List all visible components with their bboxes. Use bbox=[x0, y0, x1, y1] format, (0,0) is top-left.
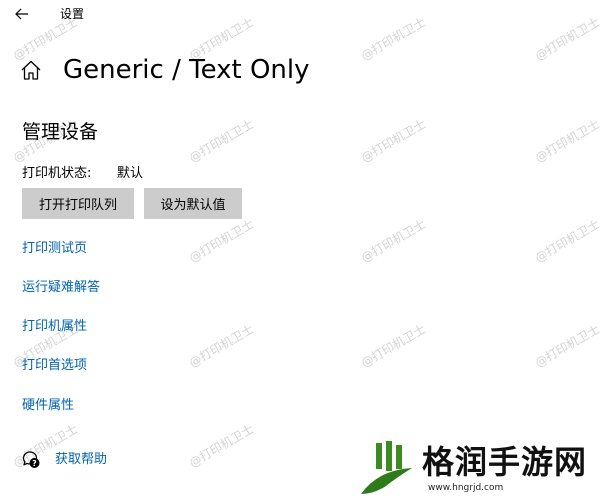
page-title: Generic / Text Only bbox=[63, 55, 310, 85]
set-default-button[interactable]: 设为默认值 bbox=[144, 188, 242, 219]
watermark: @打印机卫士 bbox=[186, 216, 257, 265]
watermark: @打印机卫士 bbox=[186, 421, 257, 470]
window-title: 设置 bbox=[60, 7, 85, 21]
watermark: @打印机卫士 bbox=[532, 116, 600, 165]
run-troubleshooter-link[interactable]: 运行疑难解答 bbox=[22, 279, 100, 297]
open-print-queue-button[interactable]: 打开打印队列 bbox=[22, 188, 134, 219]
arrow-left-icon bbox=[15, 8, 28, 20]
printing-preferences-link[interactable]: 打印首选项 bbox=[22, 357, 87, 375]
watermark: @打印机卫士 bbox=[358, 14, 429, 63]
watermark: @打印机卫士 bbox=[358, 321, 429, 370]
watermark: @打印机卫士 bbox=[532, 216, 600, 265]
site-logo: 格润手游网 www.hngrjd.com bbox=[350, 436, 600, 500]
leaf-logo-icon bbox=[361, 441, 412, 494]
watermark: @打印机卫士 bbox=[358, 216, 429, 265]
svg-text:?: ? bbox=[32, 459, 37, 468]
get-help-link[interactable]: 获取帮助 bbox=[55, 451, 107, 469]
logo-text: 格润手游网 bbox=[422, 443, 588, 481]
printer-properties-link[interactable]: 打印机属性 bbox=[22, 318, 87, 336]
watermark: @打印机卫士 bbox=[186, 116, 257, 165]
section-title: 管理设备 bbox=[22, 121, 99, 143]
watermark: @打印机卫士 bbox=[532, 14, 600, 63]
watermark: @打印机卫士 bbox=[186, 321, 257, 370]
printer-status-label: 打印机状态: bbox=[22, 166, 92, 181]
printer-status-value: 默认 bbox=[117, 166, 144, 181]
watermark: @打印机卫士 bbox=[358, 116, 429, 165]
chat-help-icon[interactable]: ? bbox=[21, 449, 41, 469]
hardware-properties-link[interactable]: 硬件属性 bbox=[22, 397, 74, 415]
watermark: @打印机卫士 bbox=[532, 321, 600, 370]
back-button[interactable] bbox=[8, 2, 36, 26]
home-icon[interactable] bbox=[20, 59, 42, 81]
print-test-page-link[interactable]: 打印测试页 bbox=[22, 240, 87, 258]
logo-url: www.hngrjd.com bbox=[428, 483, 504, 493]
